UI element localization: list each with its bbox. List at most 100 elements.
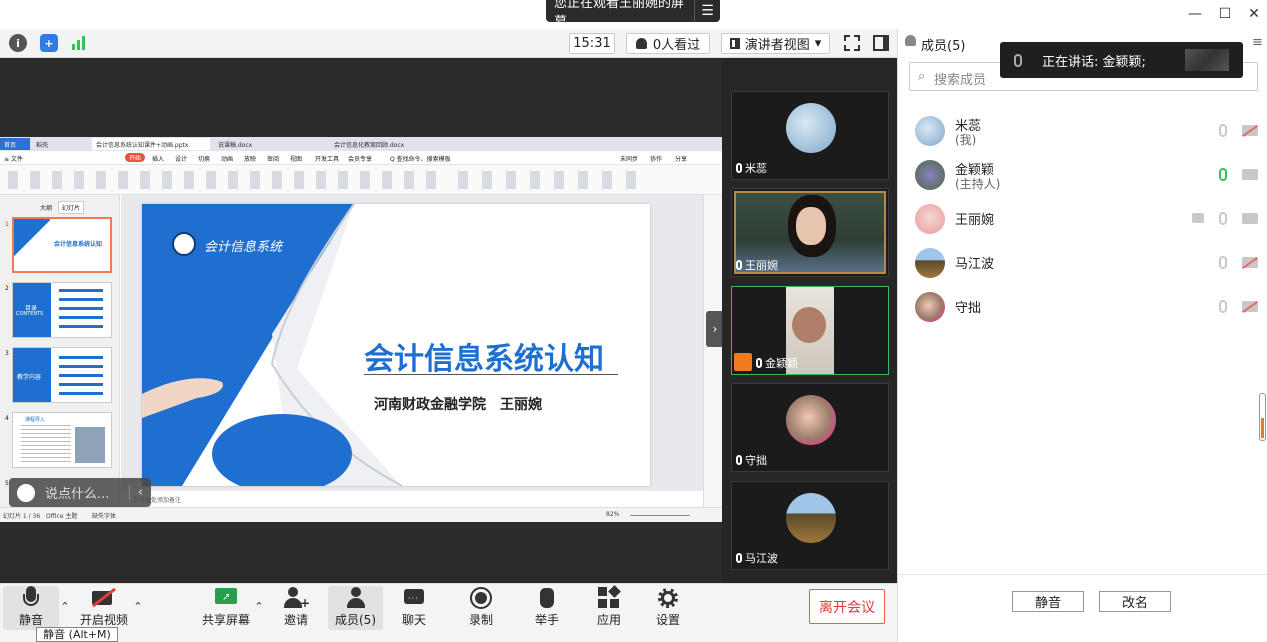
school-logo-icon xyxy=(172,232,196,256)
video-tile-name: 王丽婉 xyxy=(745,259,778,272)
members-button[interactable]: 成员(5) xyxy=(328,586,383,630)
wps-menu-file[interactable]: ≡ 文件 xyxy=(4,154,23,163)
chat-input-placeholder: 说点什么... xyxy=(45,487,110,502)
slide-thumb-3[interactable]: 教学内容 xyxy=(12,347,112,403)
panel-menu-icon[interactable]: ≡ xyxy=(1252,35,1263,50)
fullscreen-icon[interactable] xyxy=(844,35,860,51)
wps-menu-collab[interactable]: 协作 xyxy=(650,154,662,163)
avatar xyxy=(915,292,945,322)
rename-button[interactable]: 改名 xyxy=(1099,591,1171,612)
emoji-icon[interactable] xyxy=(17,483,35,502)
minimize-button[interactable]: — xyxy=(1184,4,1206,24)
member-row[interactable]: 金颖颖 (主持人) xyxy=(915,154,1260,194)
microphone-icon xyxy=(19,586,43,608)
wps-menu-home[interactable]: 开始 xyxy=(125,153,146,162)
mute-button[interactable]: 静音 xyxy=(3,586,59,630)
video-options-caret[interactable]: ⌃ xyxy=(132,600,144,613)
wps-tab-pptx[interactable]: 会计信息系统认知课件+动画.pptx xyxy=(92,138,210,150)
video-tile[interactable]: 米蕊 xyxy=(731,91,889,180)
wps-menu-member[interactable]: 会员专享 xyxy=(348,154,372,163)
microphone-icon[interactable] xyxy=(1219,300,1227,313)
invite-button[interactable]: + 邀请 xyxy=(268,586,324,630)
video-tile-name: 米蕊 xyxy=(745,162,767,175)
wps-menu-animation[interactable]: 动画 xyxy=(221,154,233,163)
panel-scrollbar[interactable] xyxy=(1259,393,1266,441)
camera-off-icon[interactable] xyxy=(1242,301,1258,312)
camera-icon[interactable] xyxy=(1242,213,1258,224)
close-button[interactable]: ✕ xyxy=(1243,4,1265,24)
member-role: (主持人) xyxy=(955,177,1001,191)
wps-menu-design[interactable]: 设计 xyxy=(175,154,187,163)
ribbon-icons[interactable] xyxy=(8,171,448,189)
mute-options-caret[interactable]: ⌃ xyxy=(59,600,71,613)
slide-thumb-4[interactable]: 课程导入 xyxy=(12,412,112,468)
slide-thumb-1[interactable]: 会计信息系统认知 xyxy=(12,217,112,273)
slide-logo-text: 会计信息系统 xyxy=(204,240,283,255)
sidebar-toggle-icon[interactable] xyxy=(873,35,889,51)
wps-tab-home[interactable]: 首页 xyxy=(0,138,30,150)
video-tile[interactable]: 王丽婉 xyxy=(731,188,889,277)
member-row[interactable]: 王丽婉 xyxy=(915,198,1260,238)
avatar xyxy=(915,160,945,190)
shield-icon[interactable]: + xyxy=(40,34,58,52)
chat-button[interactable]: ··· 聊天 xyxy=(386,586,442,630)
microphone-icon[interactable] xyxy=(1219,212,1227,225)
viewers-button[interactable]: 0人看过 xyxy=(626,33,710,54)
settings-button[interactable]: 设置 xyxy=(640,586,696,630)
record-button[interactable]: 录制 xyxy=(453,586,509,630)
microphone-icon[interactable] xyxy=(1219,124,1227,137)
maximize-button[interactable]: ☐ xyxy=(1214,4,1236,24)
apps-button[interactable]: 应用 xyxy=(581,585,637,630)
chevron-left-icon[interactable]: ‹ xyxy=(128,485,143,500)
camera-off-icon[interactable] xyxy=(1242,125,1258,136)
zoom-slider[interactable] xyxy=(630,515,690,516)
wps-menu-insert[interactable]: 插入 xyxy=(152,154,164,163)
member-row[interactable]: 守拙 xyxy=(915,286,1260,326)
raise-hand-button[interactable]: 举手 xyxy=(519,586,575,630)
video-tile[interactable]: 守拙 xyxy=(731,383,889,472)
wps-tab-doc2[interactable]: 会计信息化教案回顾.docx xyxy=(330,138,450,150)
avatar xyxy=(786,493,836,543)
start-video-button[interactable]: 开启视频 xyxy=(76,586,132,630)
microphone-icon[interactable] xyxy=(1219,256,1227,269)
microphone-active-icon[interactable] xyxy=(1219,168,1227,181)
share-screen-button[interactable]: ↗ 共享屏幕 xyxy=(198,586,254,630)
wps-menu-slideshow[interactable]: 放映 xyxy=(244,154,256,163)
left-tab-outline[interactable]: 大纲 xyxy=(40,203,52,212)
video-tile[interactable]: 金颖颖 xyxy=(731,286,889,375)
wps-menu-view[interactable]: 视图 xyxy=(290,154,302,163)
missing-font[interactable]: 缺失字体 xyxy=(92,511,116,520)
slide-thumb-2[interactable]: 目录 CONTENTS xyxy=(12,282,112,338)
main-slide: 会计信息系统 会计信息系统认知 河南财政金融学院 王丽婉 xyxy=(142,204,650,486)
member-row[interactable]: 马江波 xyxy=(915,242,1260,282)
wps-menu-transition[interactable]: 切换 xyxy=(198,154,210,163)
mute-all-button[interactable]: 静音 xyxy=(1012,591,1084,612)
view-mode-dropdown[interactable]: 演讲者视图 ▾ xyxy=(721,33,830,54)
camera-off-icon[interactable] xyxy=(1242,257,1258,268)
wps-tab-docer[interactable]: 稻壳 xyxy=(32,138,88,150)
left-tab-slides[interactable]: 幻灯片 xyxy=(58,201,85,214)
member-row[interactable]: 米蕊 (我) xyxy=(915,110,1260,150)
microphone-icon xyxy=(1014,53,1022,67)
menu-icon[interactable]: ☰ xyxy=(694,0,720,22)
chat-input-overlay[interactable]: 说点什么... ‹ xyxy=(9,478,151,507)
add-user-icon: + xyxy=(284,586,310,610)
wps-menu-review[interactable]: 审阅 xyxy=(267,154,279,163)
info-icon[interactable]: i xyxy=(9,34,27,52)
camera-icon[interactable] xyxy=(1242,169,1258,180)
wps-menu-search[interactable]: Q 查找命令、搜索模板 xyxy=(390,154,451,163)
thumb3-title: 教学内容 xyxy=(17,374,42,381)
signal-icon[interactable] xyxy=(70,35,88,51)
apps-label: 应用 xyxy=(596,613,621,627)
wps-menu-share[interactable]: 分享 xyxy=(675,154,687,163)
ribbon-icons-right[interactable] xyxy=(458,171,638,189)
wps-menu-developer[interactable]: 开发工具 xyxy=(315,154,339,163)
video-tile[interactable]: 马江波 xyxy=(731,481,889,570)
share-options-caret[interactable]: ⌃ xyxy=(253,600,265,613)
hand-icon xyxy=(535,586,559,608)
leave-meeting-button[interactable]: 离开会议 xyxy=(809,589,885,624)
wps-menu-sync[interactable]: 未同步 xyxy=(620,154,638,163)
wps-tab-doc1[interactable]: 说课稿.docx xyxy=(214,138,326,150)
share-screen-icon: ↗ xyxy=(214,586,238,608)
thumb4-title: 课程导入 xyxy=(25,417,46,423)
